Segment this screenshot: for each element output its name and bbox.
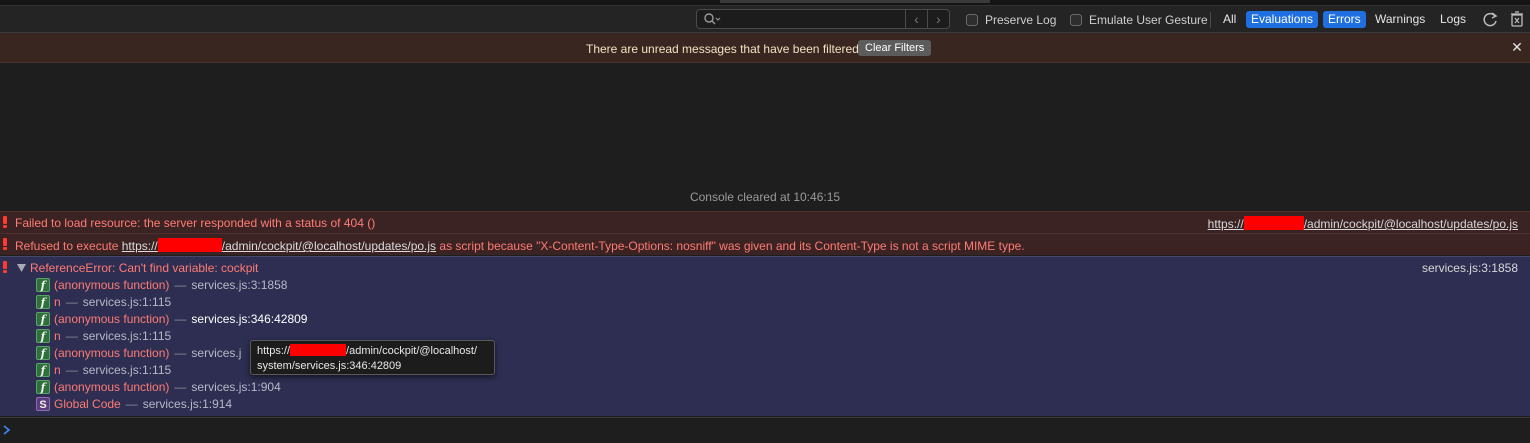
console-input[interactable]: [16, 422, 1516, 440]
tooltip-url-suffix: /admin/cockpit/@localhost/: [346, 345, 478, 357]
source-url-suffix: /admin/cockpit/@localhost/updates/po.js: [1303, 217, 1518, 231]
console-error-row[interactable]: Refused to execute https:// /admin/cockpi…: [0, 233, 1530, 255]
frame-function-name: (anonymous function): [54, 278, 170, 292]
checkbox-box[interactable]: [1070, 14, 1082, 26]
error-text-prefix: Refused to execute: [15, 239, 122, 253]
frame-separator: —: [125, 397, 138, 411]
filter-warnings[interactable]: Warnings: [1370, 11, 1430, 28]
frame-separator: —: [65, 329, 78, 343]
console-toolbar: ‹ › Preserve Log Emulate User Gesture Al…: [0, 6, 1530, 33]
frame-separator: —: [174, 346, 187, 360]
error-icon: [3, 238, 7, 250]
redaction-block: [157, 238, 222, 252]
frame-separator: —: [174, 278, 187, 292]
stack-frame[interactable]: f (anonymous function) — services.j: [36, 345, 241, 361]
console-cleared-message: Console cleared at 10:46:15: [689, 190, 841, 204]
filter-evaluations[interactable]: Evaluations: [1246, 11, 1319, 28]
function-icon: f: [36, 295, 50, 309]
frame-separator: —: [65, 295, 78, 309]
function-icon: f: [36, 329, 50, 343]
tab-indicator: [720, 0, 990, 3]
banner-message: There are unread messages that have been…: [586, 42, 859, 56]
source-tooltip: https:// /admin/cockpit/@localhost/ syste…: [250, 340, 495, 375]
error-icon: [3, 216, 7, 228]
frame-location[interactable]: services.js:1:115: [83, 329, 171, 343]
tooltip-line-2: system/services.js:346:42809: [257, 360, 402, 372]
stack-frame[interactable]: f n — services.js:1:115: [36, 294, 171, 310]
frame-function-name: (anonymous function): [54, 380, 170, 394]
frame-location[interactable]: services.js:3:1858: [191, 278, 287, 292]
link-suffix: /admin/cockpit/@localhost/updates/po.js: [221, 239, 437, 253]
reference-error-message: ReferenceError: Can't find variable: coc…: [30, 261, 259, 275]
error-source-link[interactable]: https:// /admin/cockpit/@localhost/update…: [1208, 216, 1518, 231]
filter-all[interactable]: All: [1218, 11, 1241, 28]
console-prompt[interactable]: [0, 417, 1530, 443]
frame-separator: —: [174, 312, 187, 326]
error-message: Refused to execute https:// /admin/cockpi…: [15, 238, 1025, 253]
reference-error-source[interactable]: services.js:3:1858: [1422, 261, 1518, 275]
frame-location[interactable]: services.j: [191, 346, 241, 360]
reference-error-header[interactable]: ReferenceError: Can't find variable: coc…: [0, 260, 1530, 276]
function-icon: f: [36, 312, 50, 326]
stack-frame[interactable]: f (anonymous function) — services.js:346…: [36, 311, 307, 327]
frame-function-name: (anonymous function): [54, 346, 170, 360]
trash-icon[interactable]: [1508, 10, 1526, 28]
frame-function-name: Global Code: [54, 397, 121, 411]
stack-frame[interactable]: S Global Code — services.js:1:914: [36, 396, 232, 412]
function-icon: f: [36, 346, 50, 360]
clear-filters-button[interactable]: Clear Filters: [858, 40, 932, 56]
search-icon[interactable]: [703, 12, 721, 26]
tooltip-line-1: https:// /admin/cockpit/@localhost/: [257, 344, 488, 359]
filter-logs[interactable]: Logs: [1435, 11, 1471, 28]
console-error-row[interactable]: Failed to load resource: the server resp…: [0, 211, 1530, 233]
frame-location[interactable]: services.js:1:904: [191, 380, 280, 394]
emulate-gesture-checkbox[interactable]: Emulate User Gesture: [1070, 12, 1208, 28]
chevron-right-icon[interactable]: ›: [927, 10, 949, 28]
frame-location[interactable]: services.js:1:115: [83, 295, 171, 309]
filter-errors[interactable]: Errors: [1323, 11, 1366, 28]
frame-separator: —: [65, 363, 78, 377]
emulate-gesture-label: Emulate User Gesture: [1089, 13, 1208, 27]
frame-function-name: n: [54, 295, 61, 309]
close-icon[interactable]: ✕: [1510, 40, 1524, 54]
stack-frame[interactable]: f n — services.js:1:115: [36, 328, 171, 344]
filtered-messages-banner: There are unread messages that have been…: [0, 33, 1530, 63]
reload-icon[interactable]: [1481, 10, 1499, 28]
frame-function-name: n: [54, 329, 61, 343]
frame-function-name: (anonymous function): [54, 312, 170, 326]
error-icon: [3, 261, 7, 273]
redaction-block: [290, 344, 347, 356]
search-input[interactable]: [723, 11, 903, 27]
chevron-left-icon[interactable]: ‹: [905, 10, 927, 28]
toolbar-divider: [1210, 12, 1211, 28]
source-url-prefix: https://: [1207, 217, 1244, 231]
filter-search-field[interactable]: ‹ ›: [696, 9, 950, 29]
global-code-icon: S: [36, 397, 50, 411]
tooltip-url-prefix: https://: [257, 345, 291, 357]
frame-location[interactable]: services.js:346:42809: [191, 312, 307, 326]
function-icon: f: [36, 380, 50, 394]
link-prefix: https://: [121, 239, 158, 253]
checkbox-box[interactable]: [966, 14, 978, 26]
error-text-suffix: as script because "X-Content-Type-Option…: [436, 239, 1025, 253]
function-icon: f: [36, 363, 50, 377]
stack-frame[interactable]: f (anonymous function) — services.js:3:1…: [36, 277, 287, 293]
function-icon: f: [36, 278, 50, 292]
frame-location[interactable]: services.js:1:115: [83, 363, 171, 377]
error-message: Failed to load resource: the server resp…: [15, 216, 376, 230]
frame-location[interactable]: services.js:1:914: [143, 397, 232, 411]
stack-frame[interactable]: f n — services.js:1:115: [36, 362, 171, 378]
stack-frame[interactable]: f (anonymous function) — services.js:1:9…: [36, 379, 281, 395]
prompt-chevron-icon: [3, 425, 11, 435]
error-inline-link[interactable]: https:// /admin/cockpit/@localhost/update…: [121, 238, 437, 253]
preserve-log-checkbox[interactable]: Preserve Log: [966, 12, 1056, 28]
preserve-log-label: Preserve Log: [985, 13, 1057, 27]
frame-separator: —: [174, 380, 187, 394]
disclosure-triangle-icon[interactable]: [17, 264, 26, 272]
frame-function-name: n: [54, 363, 61, 377]
reference-error-block[interactable]: ReferenceError: Can't find variable: coc…: [0, 256, 1530, 416]
redaction-block: [1243, 216, 1304, 230]
